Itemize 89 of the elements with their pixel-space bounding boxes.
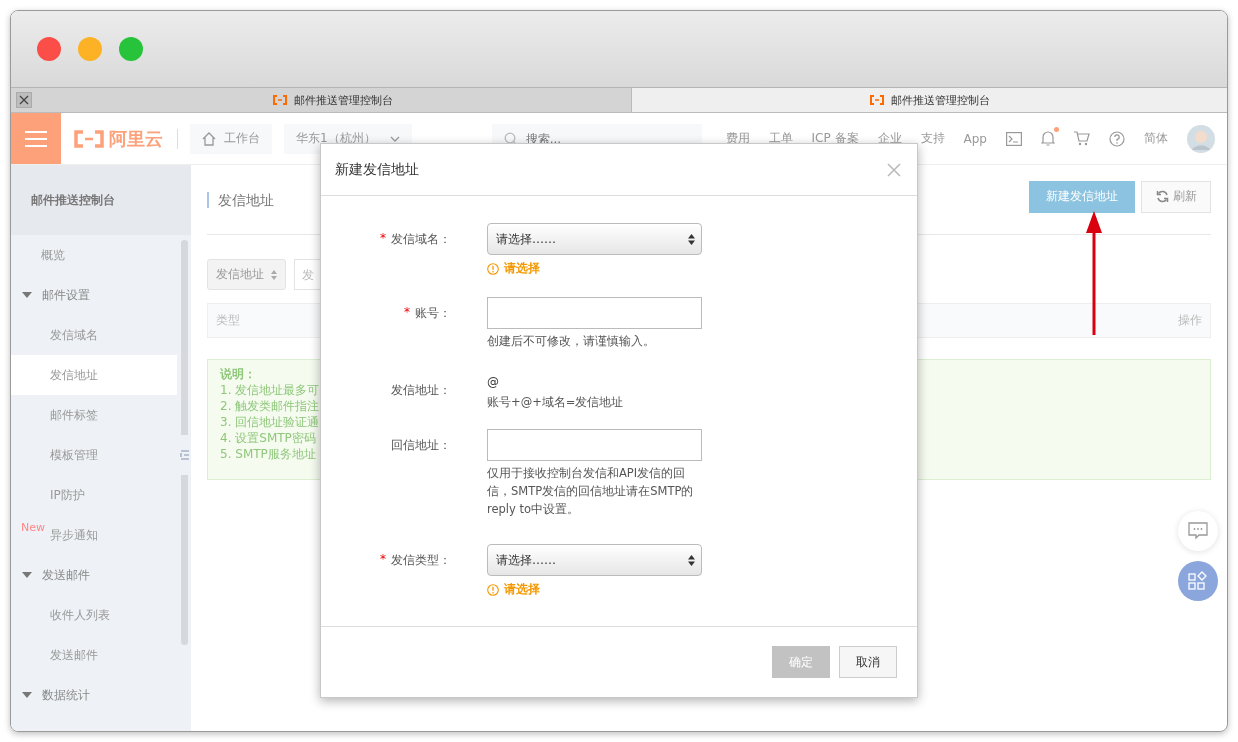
sidebar-item[interactable]: IP防护: [11, 475, 177, 515]
home-icon: [202, 131, 216, 146]
cart-icon[interactable]: [1074, 131, 1090, 146]
logo-text: 阿里云: [109, 126, 163, 151]
nav-link[interactable]: ICP 备案: [811, 130, 859, 147]
select-field[interactable]: 请选择……: [487, 544, 702, 576]
caret-icon: [22, 572, 32, 578]
field-label: 发信类型：: [391, 552, 451, 569]
caret-icon: [22, 692, 32, 698]
warning-icon: [487, 583, 499, 596]
column-header: 操作: [1178, 312, 1202, 329]
refresh-icon: [1155, 190, 1169, 203]
help-icon[interactable]: [1109, 130, 1125, 147]
sidebar-group[interactable]: 邮件设置: [11, 275, 177, 315]
apps-button[interactable]: [1178, 561, 1218, 601]
dialog-title: 新建发信地址: [335, 160, 419, 179]
notice-text: 2. 触发类邮件指注: [220, 398, 320, 414]
language-link[interactable]: 简体: [1144, 130, 1168, 147]
warning-icon: [487, 262, 499, 275]
page-title: 发信地址: [207, 191, 274, 208]
terminal-icon[interactable]: [1006, 131, 1022, 146]
caret-icon: [22, 292, 32, 298]
sidebar-item[interactable]: 概览: [11, 235, 177, 275]
workbench-button[interactable]: 工作台: [190, 123, 272, 154]
field-label: 回信地址：: [391, 437, 451, 454]
chat-button[interactable]: [1178, 511, 1218, 551]
field-label: 账号：: [415, 305, 451, 322]
close-icon[interactable]: [16, 92, 32, 108]
sidebar-item[interactable]: 收件人列表: [11, 595, 177, 635]
bell-icon[interactable]: [1041, 130, 1055, 147]
chat-icon: [1188, 522, 1208, 540]
logo-icon: [272, 95, 289, 105]
sort-arrows-icon: [271, 269, 277, 280]
nav-link[interactable]: 工单: [768, 130, 793, 147]
apps-icon: [1188, 571, 1208, 591]
chevron-down-icon: [389, 135, 400, 142]
help-text: 仅用于接收控制台发信和API发信的回信，SMTP发信的回信地址请在SMTP的reply to中设置。: [487, 465, 695, 518]
notice-text: 5. SMTP服务地址: [220, 446, 316, 462]
search-icon: [503, 131, 518, 146]
notice-title: 说明：: [220, 366, 256, 382]
required-mark: *: [404, 305, 410, 321]
field-value: @: [487, 374, 499, 390]
nav-link[interactable]: 企业: [877, 130, 902, 147]
sidebar-group[interactable]: 发送邮件: [11, 555, 177, 595]
avatar-icon[interactable]: [1187, 124, 1215, 153]
cancel-button[interactable]: 取消: [839, 646, 897, 678]
nav-link[interactable]: App: [963, 131, 987, 146]
error-message: 请选择: [504, 260, 540, 277]
logo-icon: [73, 129, 105, 148]
error-message: 请选择: [504, 581, 540, 598]
required-mark: *: [380, 552, 386, 568]
new-label: New: [21, 521, 45, 534]
sort-arrows-icon: [688, 233, 695, 245]
filter-select[interactable]: 发信地址: [207, 259, 286, 290]
help-text: 账号+@+域名=发信地址: [487, 394, 625, 411]
input-field[interactable]: [487, 429, 702, 461]
input-field[interactable]: [487, 297, 702, 329]
sidebar-group[interactable]: 数据统计: [11, 675, 177, 715]
browser-tab[interactable]: 邮件推送管理控制台: [630, 88, 1227, 112]
notice-text: 1. 发信地址最多可: [220, 382, 320, 398]
refresh-button[interactable]: 刷新: [1141, 180, 1211, 213]
close-window-icon[interactable]: [37, 37, 61, 61]
field-label: 发信地址：: [391, 382, 451, 399]
collapse-icon: [179, 448, 190, 462]
select-field[interactable]: 请选择……: [487, 223, 702, 255]
zoom-window-icon[interactable]: [119, 37, 143, 61]
nav-link[interactable]: 支持: [920, 130, 945, 147]
sidebar-item[interactable]: 邮件标签: [11, 395, 177, 435]
sidebar-item[interactable]: 发信域名: [11, 315, 177, 355]
required-mark: *: [380, 231, 386, 247]
sidebar-title: 邮件推送控制台: [11, 165, 191, 235]
nav-link[interactable]: 费用: [725, 130, 750, 147]
notice-text: 3. 回信地址验证通: [220, 414, 320, 430]
menu-icon: [25, 130, 47, 147]
sidebar-item[interactable]: New 异步通知: [11, 515, 177, 555]
scrollbar[interactable]: [181, 240, 188, 645]
help-text: 创建后不可修改，请谨慎输入。: [487, 333, 656, 350]
new-address-button[interactable]: 新建发信地址: [1029, 180, 1135, 213]
notice-text: 4. 设置SMTP密码: [220, 430, 316, 446]
sort-arrows-icon: [688, 554, 695, 566]
field-label: 发信域名：: [391, 231, 451, 248]
logo-icon: [868, 95, 885, 105]
column-header: 类型: [216, 312, 240, 329]
minimize-window-icon[interactable]: [78, 37, 102, 61]
menu-button[interactable]: [11, 113, 61, 164]
sidebar-item[interactable]: 模板管理: [11, 435, 177, 475]
sidebar-item[interactable]: 发信地址: [11, 355, 177, 395]
collapse-handle[interactable]: [178, 435, 191, 475]
sidebar-item[interactable]: 发送邮件: [11, 635, 177, 675]
